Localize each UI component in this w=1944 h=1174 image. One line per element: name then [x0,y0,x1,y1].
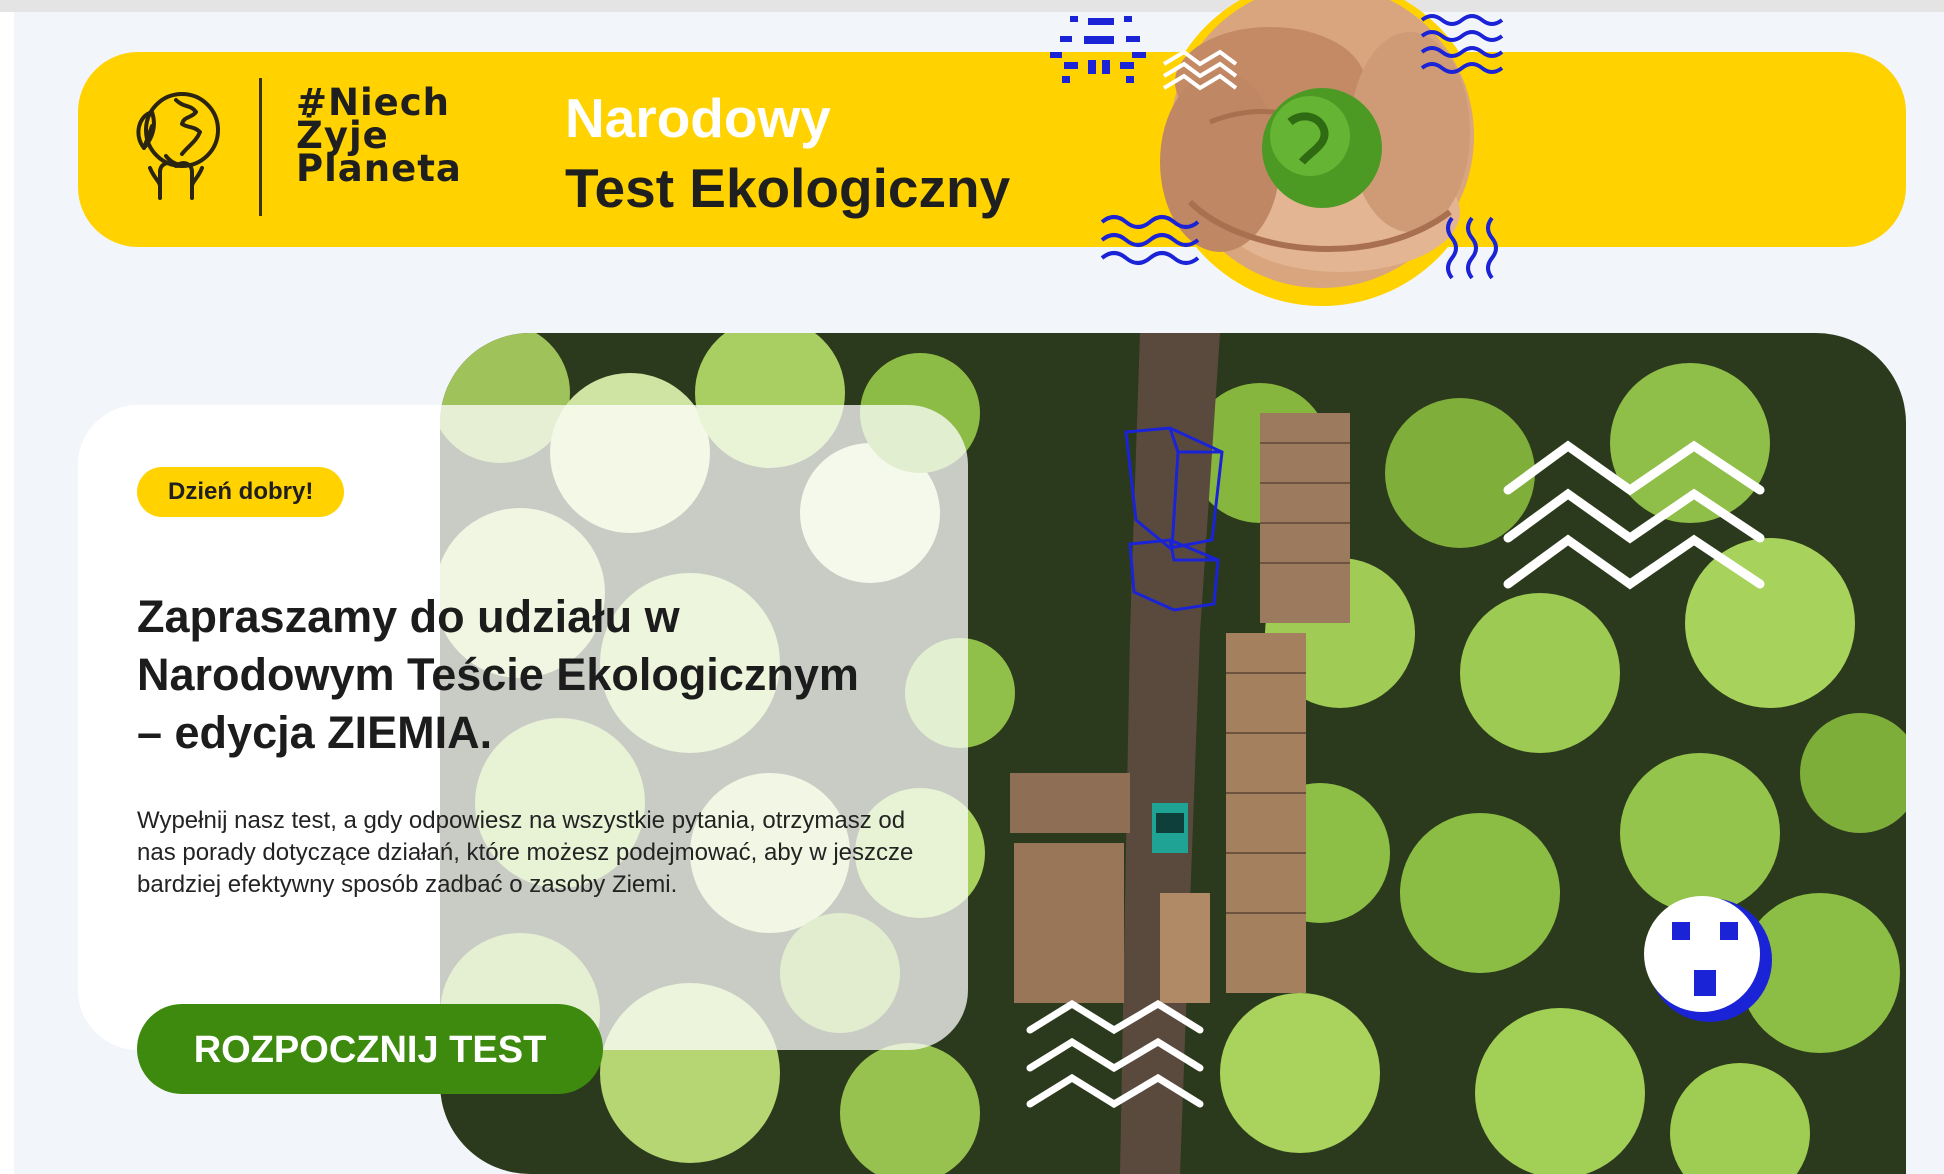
hashtag-logo-text: #Niech Żyje Planeta [296,84,476,190]
header-decoration [1050,0,1504,306]
page-title-line-2: Test Ekologiczny [565,157,1011,219]
browser-top-edge [0,0,1944,12]
logo-divider [259,78,262,216]
start-test-button[interactable]: ROZPOCZNIJ TEST [137,1004,603,1094]
intro-heading: Zapraszamy do udziału w Narodowym Teście… [137,588,937,762]
page-left-edge [0,12,14,1174]
intro-heading-line-2: Narodowym Teście Ekologicznym [137,649,859,700]
greeting-badge: Dzień dobry! [137,467,345,517]
page-title-line-1: Narodowy [565,87,831,149]
intro-description: Wypełnij nasz test, a gdy odpowiesz na w… [137,807,914,898]
intro-heading-line-3: – edycja ZIEMIA. [137,707,493,758]
header-banner: #Niech Żyje Planeta Narodowy Test Ekolog… [78,52,1906,247]
earth-hands-logo-icon[interactable] [130,86,222,202]
intro-heading-line-1: Zapraszamy do udziału w [137,591,680,642]
hashtag-line-3: Planeta [296,147,462,190]
sun-doodle-icon [1050,16,1146,83]
